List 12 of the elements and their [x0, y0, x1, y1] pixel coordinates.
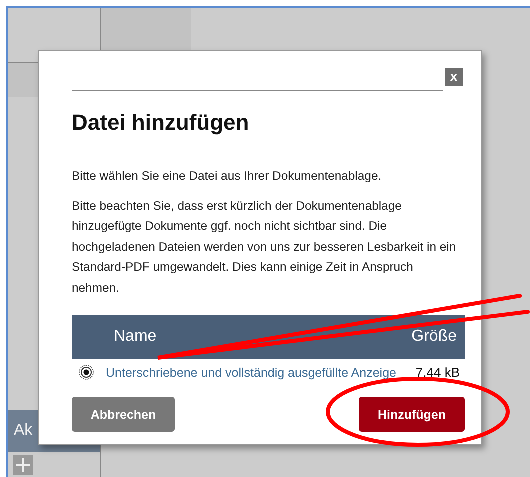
radio-button[interactable] — [81, 367, 92, 378]
file-size: 7.44 kB — [416, 365, 461, 380]
panel-label: Ak — [14, 422, 33, 440]
close-button[interactable]: x — [445, 68, 463, 86]
dialog-title: Datei hinzufügen — [72, 110, 250, 136]
column-header: Größe — [412, 328, 457, 346]
cancel-button[interactable]: Abbrechen — [72, 397, 175, 432]
file-link[interactable]: Unterschriebene und vollständig ausgefüllte Anzeige — [106, 366, 396, 380]
add-button[interactable]: Hinzufügen — [359, 397, 465, 432]
body-text: Bitte beachten Sie, dass erst kürzlich der Dokumentenablage hinzugefügte Dokumente ggf. noch nicht sichtbar sind. Die hochgeladenen Dateien werden von uns zur besseren Lesbarkeit in ein Standard-PDF umgewandelt. Dies kann einige Zeit in Anspruch nehmen. — [72, 198, 458, 296]
column-header: Name — [114, 328, 157, 346]
body-text: Bitte wählen Sie eine Datei aus Ihrer Dokumentenablage. — [72, 168, 383, 185]
